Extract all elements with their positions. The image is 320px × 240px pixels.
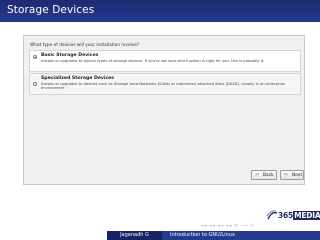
- installer-question: What type of devices will your installat…: [30, 43, 140, 48]
- logo-swirl-icon: [266, 210, 278, 220]
- slide-title: Storage Devices: [7, 4, 95, 16]
- logo-text-a: 365: [278, 211, 294, 220]
- next-arrow-icon: ⇨: [284, 172, 289, 178]
- next-button-label: Next: [292, 173, 303, 178]
- option-specialized-title: Specialized Storage Devices: [41, 76, 115, 81]
- back-arrow-icon: ⇦: [255, 172, 260, 178]
- beamer-navigation-symbols[interactable]: ◂ ▸ ◂ ▸ ◂ ▸ ◂ ▸ ≡ ∽∾ ↺: [201, 223, 320, 230]
- radio-specialized-storage[interactable]: [33, 82, 37, 86]
- 365media-logo: 365MEDIA: [266, 210, 320, 222]
- logo-text: 365MEDIA: [278, 211, 320, 220]
- footer-author: Jaganadh G: [107, 231, 162, 240]
- next-button[interactable]: ⇨ Next: [280, 170, 304, 180]
- option-basic-storage[interactable]: Basic Storage Devices Installs or upgrad…: [29, 50, 301, 72]
- slide-title-bar: Storage Devices: [0, 0, 320, 22]
- installer-screenshot: What type of devices will your installat…: [23, 35, 305, 185]
- back-button-label: Back: [263, 173, 274, 178]
- option-basic-description: Installs or upgrades to typical types of…: [41, 59, 265, 63]
- option-basic-title: Basic Storage Devices: [41, 53, 99, 58]
- option-specialized-storage[interactable]: Specialized Storage Devices Installs or …: [29, 73, 301, 95]
- footer-title: Introduction to GNU/Linux: [162, 231, 320, 240]
- option-specialized-description: Installs or upgrades to devices such as …: [41, 82, 285, 91]
- back-button[interactable]: ⇦ Back: [251, 170, 277, 180]
- radio-basic-storage[interactable]: [33, 55, 37, 59]
- logo-text-b: MEDIA: [293, 211, 320, 220]
